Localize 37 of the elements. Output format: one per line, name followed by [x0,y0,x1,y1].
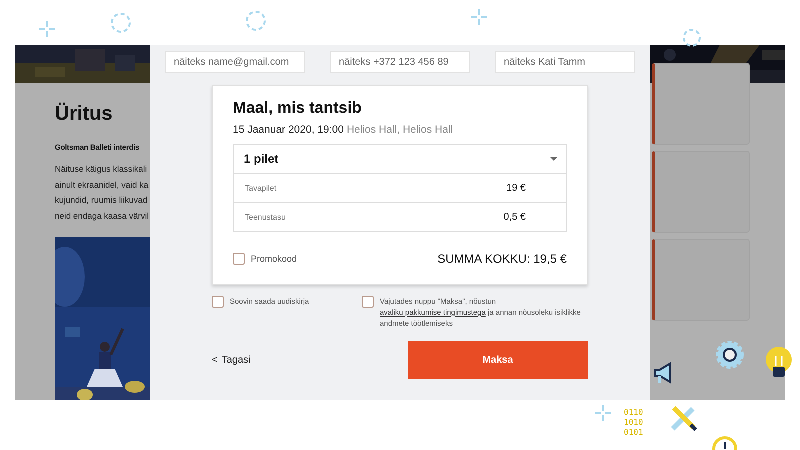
binary-digits: 0110 [624,408,644,418]
circle-icon [110,12,132,34]
circle-icon [245,10,267,32]
total-amount: SUMMA KOKKU: 19,5 € [438,252,567,266]
description-line: kujundid, ruumis liikuvad [55,194,149,206]
description-line: Näituse käigus klassikali [55,163,148,176]
event-venue: Helios Hall, Helios Hall [346,124,454,136]
pencil-icon [670,404,698,432]
plus-icon [470,8,488,26]
section-heading: Üritus [55,103,114,126]
input-field[interactable]: näiteks +372 123 456 89 [330,51,470,73]
clock-icon [712,436,738,450]
checkbox[interactable] [212,296,224,308]
input-field[interactable]: näiteks Kati Tamm [495,51,635,73]
caret-icon [550,157,558,161]
checkbox[interactable] [233,253,245,265]
checkbox-label: Promokood [251,254,298,264]
price-amount: 19 € [506,182,526,194]
checkbox[interactable] [362,296,374,308]
description-line: ainult ekraanidel, vaid ka [55,178,150,191]
input-field[interactable]: näiteks name@gmail.com [165,51,305,73]
ticket-dropdown[interactable]: 1 pilet [233,144,567,174]
back-link[interactable]: < Tagasi [212,354,251,366]
megaphone-icon [652,362,672,386]
event-datetime: 15 Jaanuar 2020, 19:00 [233,124,344,136]
gear-icon [715,340,745,370]
description-line: neid endaga kaasa värvil [55,210,150,222]
price-amount: 0,5 € [504,212,526,222]
circle-icon [682,28,702,48]
pay-button[interactable]: Maksa [408,341,588,379]
event-title: Maal, mis tantsib [233,100,362,118]
price-label: Teenustasu [245,212,286,222]
plus-icon [594,404,612,422]
price-label: Tavapilet [245,184,277,192]
binary-digits: 0101 [624,428,644,438]
binary-digits: 1010 [624,418,644,428]
plus-icon [38,20,56,38]
